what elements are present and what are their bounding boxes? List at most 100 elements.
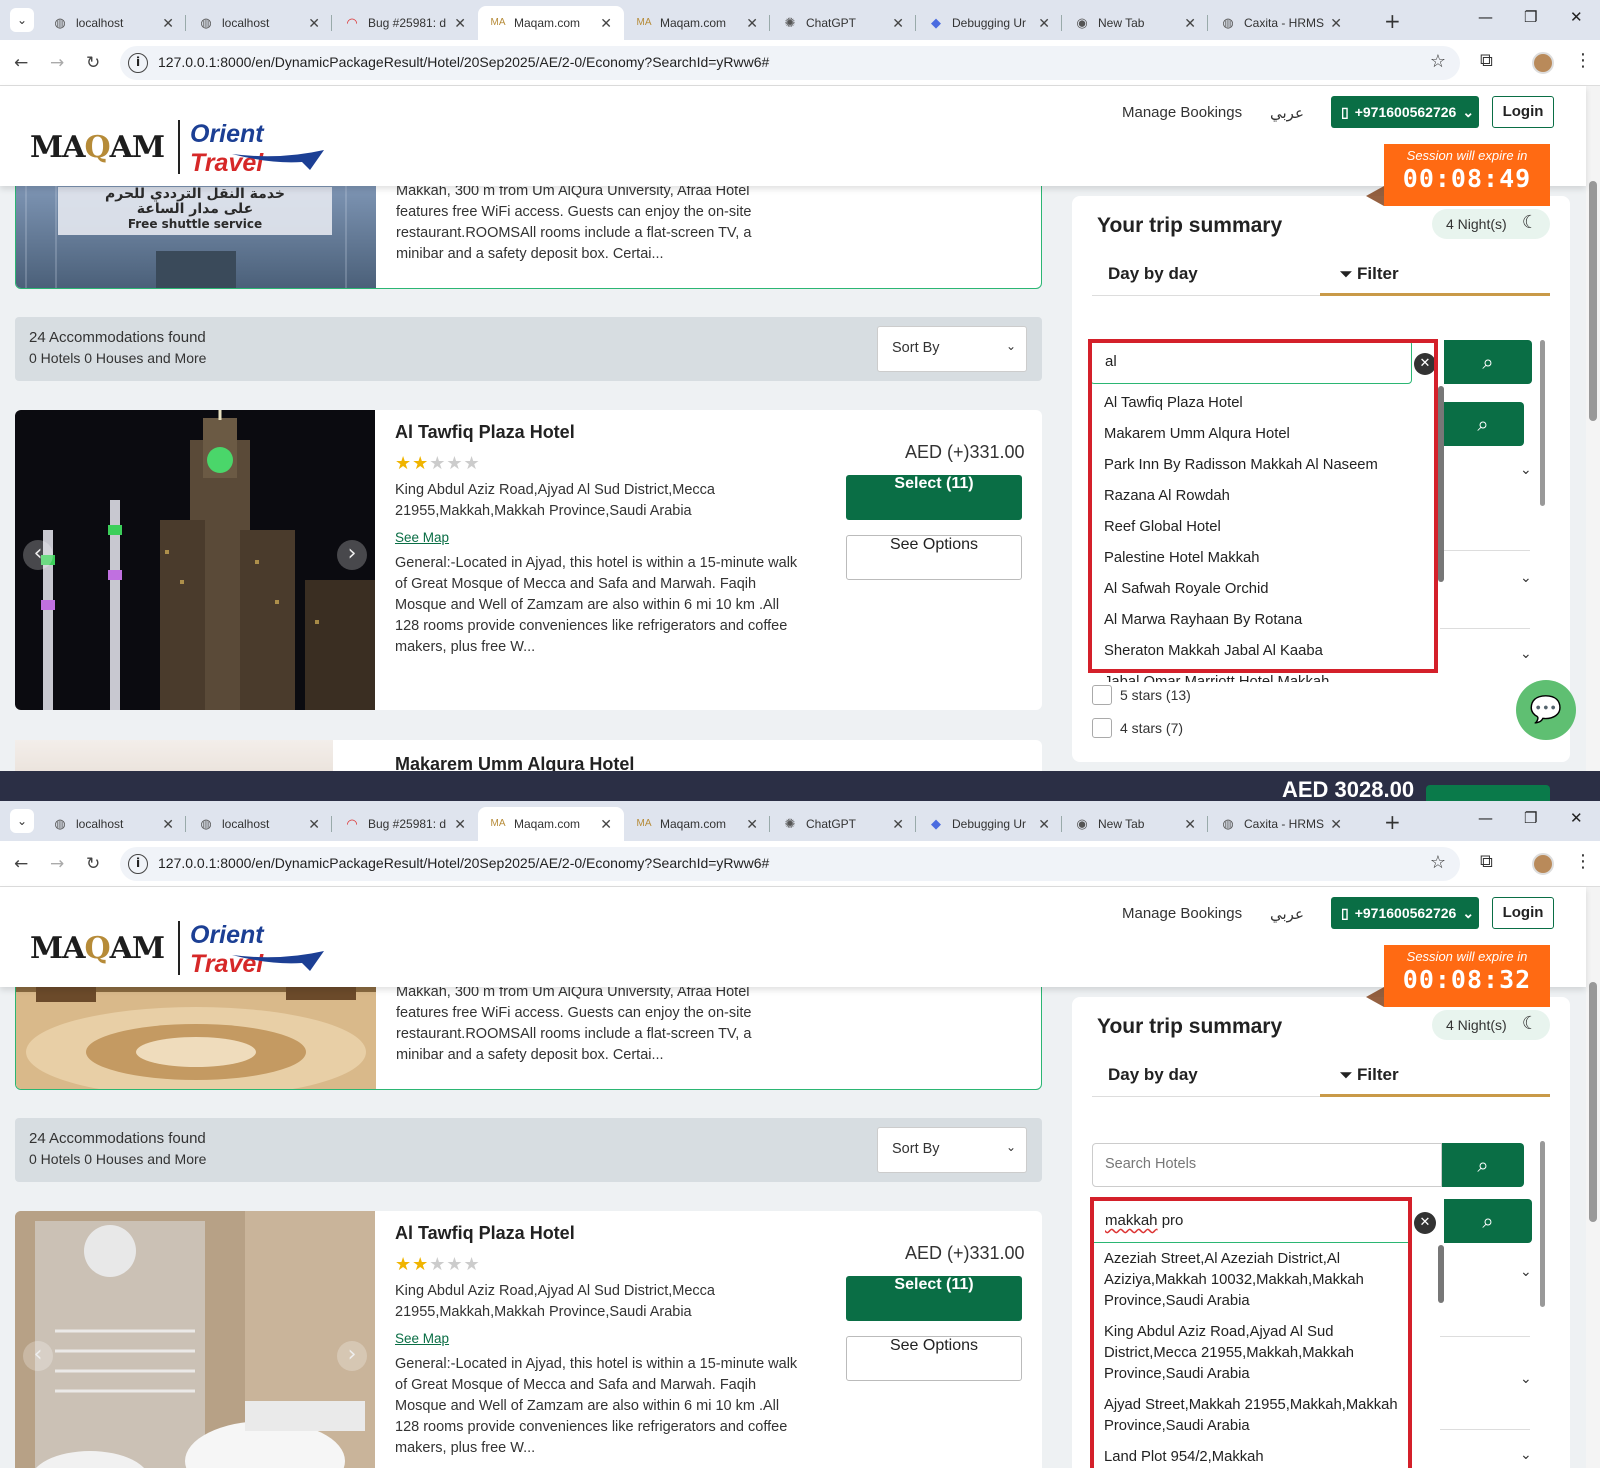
browser-tab[interactable]: ◍ localhost ✕ bbox=[40, 6, 186, 40]
carousel-prev-icon[interactable]: ‹ bbox=[23, 540, 53, 570]
login-button[interactable]: Login bbox=[1492, 96, 1554, 128]
browser-tab[interactable]: ◆ Debugging Ur ✕ bbox=[916, 807, 1062, 841]
suggestion-item[interactable]: Makarem Umm Alqura Hotel bbox=[1104, 426, 1290, 442]
suggestion-item[interactable]: Palestine Hotel Makkah bbox=[1104, 550, 1259, 566]
maqam-orient-logo[interactable]: MAQAM Orient Travel bbox=[30, 921, 340, 978]
close-icon[interactable]: ✕ bbox=[1184, 816, 1196, 833]
hotel-image-bathroom[interactable] bbox=[15, 1211, 375, 1468]
close-icon[interactable]: ✕ bbox=[162, 15, 174, 32]
panel-scrollbar[interactable] bbox=[1540, 340, 1545, 506]
star-filter-5[interactable]: 5 stars (13) bbox=[1092, 685, 1191, 705]
browser-tab[interactable]: MA Maqam.com ✕ bbox=[624, 807, 770, 841]
site-info-icon[interactable]: i bbox=[128, 854, 148, 874]
close-icon[interactable]: ✕ bbox=[1184, 15, 1196, 32]
see-options-button[interactable]: See Options bbox=[846, 1336, 1022, 1381]
browser-tab[interactable]: ◠ Bug #25981: d ✕ bbox=[332, 6, 478, 40]
suggestion-scrollbar[interactable] bbox=[1438, 1245, 1444, 1303]
suggestion-item[interactable]: Razana Al Rowdah bbox=[1104, 488, 1230, 504]
close-icon[interactable]: ✕ bbox=[308, 816, 320, 833]
browser-tab[interactable]: ◉ New Tab ✕ bbox=[1062, 6, 1208, 40]
menu-kebab-icon[interactable]: ⋮ bbox=[1574, 50, 1592, 71]
profile-avatar[interactable] bbox=[1532, 853, 1554, 875]
suggestion-item[interactable]: Land Plot 954/2,Makkah bbox=[1104, 1447, 1422, 1468]
suggestion-item[interactable]: Sheraton Makkah Jabal Al Kaaba bbox=[1104, 643, 1323, 659]
suggestion-scrollbar[interactable] bbox=[1438, 386, 1444, 582]
search-icon[interactable]: ⌕ bbox=[1442, 1143, 1524, 1187]
hotel-name[interactable]: Al Tawfiq Plaza Hotel bbox=[395, 422, 575, 443]
manage-bookings-link[interactable]: Manage Bookings bbox=[1122, 905, 1242, 922]
checkbox[interactable] bbox=[1092, 718, 1112, 738]
close-icon[interactable]: ✕ bbox=[600, 15, 612, 32]
browser-tab[interactable]: ◆ Debugging Ur ✕ bbox=[916, 6, 1062, 40]
back-icon[interactable]: ← bbox=[14, 854, 28, 874]
new-tab-icon[interactable]: + bbox=[1384, 810, 1401, 834]
phone-dropdown[interactable]: ▯ +971600562726 ⌄ bbox=[1331, 897, 1479, 929]
close-icon[interactable]: ✕ bbox=[454, 816, 466, 833]
browser-tab[interactable]: ✺ ChatGPT ✕ bbox=[770, 6, 916, 40]
close-icon[interactable]: ✕ bbox=[600, 816, 612, 833]
carousel-next-icon[interactable]: › bbox=[337, 1341, 367, 1371]
minimize-icon[interactable]: — bbox=[1478, 809, 1493, 827]
browser-tab[interactable]: ◍ Caxita - HRMS ✕ bbox=[1208, 807, 1354, 841]
tab-search-icon[interactable]: ⌄ bbox=[10, 809, 34, 833]
bookmark-star-icon[interactable]: ☆ bbox=[1430, 852, 1446, 873]
page-scrollbar[interactable] bbox=[1586, 887, 1600, 1468]
url-field[interactable]: i 127.0.0.1:8000/en/DynamicPackageResult… bbox=[120, 847, 1460, 881]
close-icon[interactable]: ✕ bbox=[1038, 15, 1050, 32]
browser-tab[interactable]: ◍ localhost ✕ bbox=[186, 807, 332, 841]
select-button[interactable]: Select (11) bbox=[846, 1276, 1022, 1321]
suggestion-item[interactable]: Al Safwah Royale Orchid bbox=[1104, 581, 1269, 597]
continue-button[interactable] bbox=[1426, 785, 1550, 801]
maqam-orient-logo[interactable]: MAQAM Orient Travel bbox=[30, 120, 340, 177]
suggestion-item[interactable]: Park Inn By Radisson Makkah Al Naseem bbox=[1104, 457, 1378, 473]
sort-by-select[interactable]: Sort By ⌄ bbox=[877, 326, 1027, 372]
suggestion-item[interactable]: Al Tawfiq Plaza Hotel bbox=[1104, 395, 1243, 411]
hotel-search-input[interactable]: al bbox=[1090, 340, 1412, 384]
close-icon[interactable]: ✕ bbox=[1038, 816, 1050, 833]
browser-tab[interactable]: ◉ New Tab ✕ bbox=[1062, 807, 1208, 841]
hotel-name[interactable]: Al Tawfiq Plaza Hotel bbox=[395, 1223, 575, 1244]
search-icon[interactable]: ⌕ bbox=[1444, 340, 1532, 384]
forward-icon[interactable]: → bbox=[50, 53, 64, 73]
see-map-link[interactable]: See Map bbox=[395, 530, 449, 545]
browser-tab-active[interactable]: MA Maqam.com ✕ bbox=[478, 6, 624, 40]
site-info-icon[interactable]: i bbox=[128, 53, 148, 73]
close-icon[interactable]: ✕ bbox=[308, 15, 320, 32]
forward-icon[interactable]: → bbox=[50, 854, 64, 874]
suggestion-item[interactable]: Al Marwa Rayhaan By Rotana bbox=[1104, 612, 1302, 628]
restore-icon[interactable]: ❐ bbox=[1524, 809, 1537, 827]
close-icon[interactable]: ✕ bbox=[892, 816, 904, 833]
browser-tab[interactable]: ◍ localhost ✕ bbox=[186, 6, 332, 40]
close-icon[interactable]: ✕ bbox=[746, 816, 758, 833]
reload-icon[interactable]: ↻ bbox=[86, 854, 100, 874]
new-tab-icon[interactable]: + bbox=[1384, 9, 1401, 33]
profile-avatar[interactable] bbox=[1532, 52, 1554, 74]
browser-tab[interactable]: MA Maqam.com ✕ bbox=[624, 6, 770, 40]
back-icon[interactable]: ← bbox=[14, 53, 28, 73]
panel-scrollbar[interactable] bbox=[1540, 1141, 1545, 1307]
restore-icon[interactable]: ❐ bbox=[1524, 8, 1537, 26]
tab-search-icon[interactable]: ⌄ bbox=[10, 8, 34, 32]
manage-bookings-link[interactable]: Manage Bookings bbox=[1122, 104, 1242, 121]
close-icon[interactable]: ✕ bbox=[892, 15, 904, 32]
menu-kebab-icon[interactable]: ⋮ bbox=[1574, 851, 1592, 872]
search-icon[interactable]: ⌕ bbox=[1444, 1199, 1532, 1243]
close-icon[interactable]: ✕ bbox=[746, 15, 758, 32]
clear-search-icon[interactable]: ✕ bbox=[1414, 353, 1436, 375]
tab-filter[interactable]: ⏷ Filter bbox=[1320, 256, 1550, 296]
suggestion-item[interactable]: Reef Global Hotel bbox=[1104, 519, 1221, 535]
carousel-prev-icon[interactable]: ‹ bbox=[23, 1341, 53, 1371]
page-scrollbar[interactable] bbox=[1586, 86, 1600, 771]
minimize-icon[interactable]: — bbox=[1478, 8, 1493, 26]
select-button[interactable]: Select (11) bbox=[846, 475, 1022, 520]
search-hotels-input[interactable]: Search Hotels bbox=[1092, 1143, 1442, 1187]
address-search-input[interactable]: makkah pro bbox=[1090, 1199, 1412, 1243]
phone-dropdown[interactable]: ▯ +971600562726 ⌄ bbox=[1331, 96, 1479, 128]
chat-bubble-icon[interactable]: 💬 bbox=[1516, 680, 1576, 740]
tab-filter[interactable]: ⏷ Filter bbox=[1320, 1057, 1550, 1097]
tab-day-by-day[interactable]: Day by day bbox=[1108, 264, 1198, 284]
close-icon[interactable]: ✕ bbox=[454, 15, 466, 32]
close-icon[interactable]: ✕ bbox=[1330, 816, 1342, 833]
extensions-icon[interactable]: ⧉ bbox=[1480, 50, 1493, 71]
see-options-button[interactable]: See Options bbox=[846, 535, 1022, 580]
